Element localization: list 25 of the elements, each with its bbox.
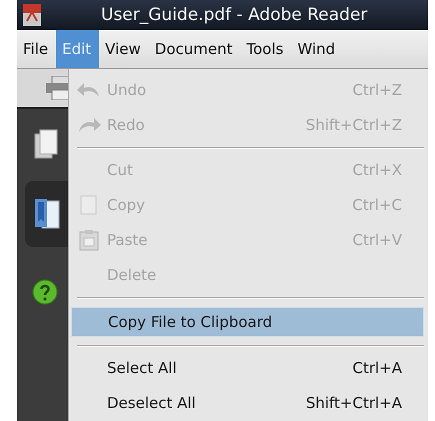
menu-item[interactable]: Copy File to Clipboard	[71, 306, 424, 338]
menu-bar-item[interactable]: Wind	[291, 30, 344, 68]
clipboard-icon	[79, 229, 99, 252]
shortcut-label: Ctrl+C	[352, 196, 402, 214]
menu-item[interactable]: Select All Ctrl+A	[71, 350, 424, 386]
pages-icon[interactable]	[34, 129, 58, 159]
shortcut-label: Ctrl+X	[352, 161, 402, 180]
shortcut-label: Ctrl+V	[352, 231, 402, 250]
shortcut-label: Ctrl+A	[352, 359, 402, 378]
menu-bar-item[interactable]: Tools	[240, 30, 292, 68]
undo-icon	[77, 81, 101, 100]
bookmark-icon	[34, 198, 60, 230]
menu-item[interactable]: Deselect All Shift+Ctrl+A	[71, 386, 424, 421]
help-icon[interactable]	[32, 279, 58, 305]
menu-bar-item[interactable]: View	[99, 30, 149, 68]
shortcut-label: Ctrl+Z	[352, 81, 402, 100]
page-icon	[80, 195, 98, 216]
pdf-icon	[23, 4, 41, 26]
shortcut-label: Shift+Ctrl+A	[306, 394, 402, 412]
window-title: User_Guide.pdf - Adobe Reader	[101, 5, 368, 25]
redo-icon	[77, 116, 101, 134]
menu-bar-item[interactable]: Document	[148, 30, 240, 68]
menu-bar-item[interactable]: File	[17, 30, 56, 68]
shortcut-label: Shift+Ctrl+Z	[306, 116, 402, 134]
bookmarks-button[interactable]	[24, 181, 68, 247]
